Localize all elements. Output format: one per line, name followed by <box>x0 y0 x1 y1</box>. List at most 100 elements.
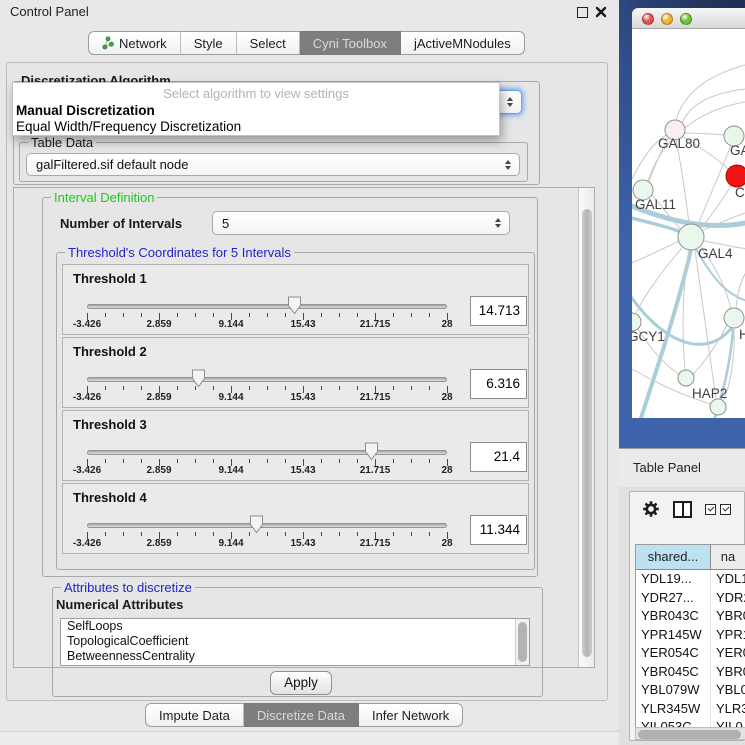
table-row[interactable]: YDL19...YDL1 <box>636 570 745 589</box>
tick-mark <box>141 532 142 536</box>
table-cell: YDR2 <box>711 589 745 608</box>
split-pane-icon[interactable] <box>673 501 692 518</box>
scrollbar-thumb[interactable] <box>638 730 741 739</box>
tick-label: 28 <box>422 465 472 476</box>
threshold-value-field[interactable]: 11.344 <box>470 515 527 545</box>
number-of-intervals-select[interactable]: 5 <box>212 211 510 235</box>
algorithm-option-equal-width-frequency-discretization[interactable]: Equal Width/Frequency Discretization <box>16 119 241 134</box>
tick-mark <box>105 313 106 317</box>
table-row[interactable]: YER054CYER0 <box>636 644 745 663</box>
checkbox-icon[interactable] <box>705 504 716 515</box>
threshold-label: Threshold 2 <box>73 344 147 359</box>
network-node[interactable] <box>724 308 744 328</box>
tab-cyni-toolbox[interactable]: Cyni Toolbox <box>300 31 401 55</box>
horizontal-scrollbar[interactable] <box>635 727 745 740</box>
tick-mark <box>267 532 268 536</box>
zoom-traffic-light[interactable] <box>680 13 692 25</box>
control-panel-title: Control Panel <box>10 4 89 19</box>
table-row[interactable]: YPR145WYPR1 <box>636 626 745 645</box>
table-row[interactable]: YLR345WYLR3 <box>636 700 745 719</box>
table-row[interactable]: YBR045CYBR0 <box>636 663 745 682</box>
tab-jactivemnodules[interactable]: jActiveMNodules <box>401 31 525 55</box>
list-item-betweennesscentrality[interactable]: BetweennessCentrality <box>61 649 529 664</box>
tab-network[interactable]: Network <box>88 31 181 55</box>
checkbox-icon[interactable] <box>720 504 731 515</box>
network-node[interactable] <box>678 370 694 386</box>
tick-mark <box>321 532 322 536</box>
slider-thumb[interactable] <box>249 515 264 534</box>
table-data-select[interactable]: galFiltered.sif default node <box>26 153 520 176</box>
apply-button[interactable]: Apply <box>270 671 332 695</box>
scrollbar-thumb[interactable] <box>582 209 592 657</box>
list-item-selfloops[interactable]: SelfLoops <box>61 619 529 634</box>
network-window-titlebar[interactable] <box>632 8 745 29</box>
threshold-panel: Threshold 2-3.4262.8599.14415.4321.71528… <box>62 337 529 408</box>
table-row[interactable]: YIL053CYIL0 <box>636 718 745 727</box>
tab-impute-data[interactable]: Impute Data <box>145 703 244 727</box>
algorithm-option-manual-discretization[interactable]: Manual Discretization <box>16 103 155 118</box>
node-attribute-table[interactable]: shared...na YDL19...YDL1YDR27...YDR2YBR0… <box>635 544 745 727</box>
column-header-na[interactable]: na <box>711 545 745 569</box>
table-cell: YIL053C <box>636 718 711 727</box>
tick-mark <box>339 313 340 317</box>
network-node[interactable] <box>726 165 745 187</box>
slider-thumb[interactable] <box>287 296 302 315</box>
table-cell: YBR0 <box>711 607 745 626</box>
tab-label: Style <box>194 36 223 51</box>
table-toolbar <box>642 500 731 518</box>
table-row[interactable]: YBR043CYBR0 <box>636 607 745 626</box>
tick-mark <box>321 313 322 317</box>
control-panel-tabbar: Network Style SelectCyni ToolboxjActiveMNo… <box>88 31 525 55</box>
slider-thumb[interactable] <box>364 442 379 461</box>
tick-mark <box>195 532 196 536</box>
tab-infer-network[interactable]: Infer Network <box>359 703 463 727</box>
tick-label: 28 <box>422 319 472 330</box>
vertical-scrollbar[interactable] <box>578 188 594 667</box>
tick-mark <box>141 386 142 390</box>
tick-label: 9.144 <box>206 465 256 476</box>
slider-track[interactable] <box>87 450 447 455</box>
tick-mark <box>213 532 214 536</box>
slider-track[interactable] <box>87 523 447 528</box>
table-data-value: galFiltered.sif default node <box>36 157 188 172</box>
tab-style[interactable]: Style <box>181 31 237 55</box>
tick-mark <box>123 532 124 536</box>
numerical-attributes-list[interactable]: SelfLoopsTopologicalCoefficientBetweenne… <box>60 618 530 666</box>
network-view-canvas[interactable]: GAL80GACGAL11GAL4GCY1HHAP2 <box>632 29 745 418</box>
gear-icon[interactable] <box>642 500 660 518</box>
slider-track[interactable] <box>87 377 447 382</box>
tick-mark <box>177 532 178 536</box>
table-panel-body: shared...na YDL19...YDL1YDR27...YDR2YBR0… <box>619 487 745 745</box>
tick-mark <box>393 459 394 463</box>
scrollbar-thumb[interactable] <box>518 622 527 662</box>
threshold-value-field[interactable]: 21.4 <box>470 442 527 472</box>
tick-label: 15.43 <box>278 392 328 403</box>
tab-select[interactable]: Select <box>237 31 300 55</box>
close-icon[interactable] <box>595 6 607 18</box>
threshold-value-field[interactable]: 14.713 <box>470 296 527 326</box>
threshold-value-field[interactable]: 6.316 <box>470 369 527 399</box>
column-header-shared-[interactable]: shared... <box>636 545 711 569</box>
table-row[interactable]: YBL079WYBL0 <box>636 681 745 700</box>
minimize-traffic-light[interactable] <box>661 13 673 25</box>
stepper-icon <box>495 218 501 228</box>
slider-thumb[interactable] <box>191 369 206 388</box>
control-panel-titlebar: Control Panel <box>0 0 619 24</box>
close-traffic-light[interactable] <box>642 13 654 25</box>
algorithm-dropdown-popup: Select algorithm to view settings Manual… <box>12 82 500 136</box>
list-scrollbar[interactable] <box>515 619 529 665</box>
cyni-bottom-tabbar: Impute Data Discretize DataInfer Network <box>145 703 463 727</box>
network-node[interactable] <box>710 399 726 415</box>
tab-discretize-data[interactable]: Discretize Data <box>244 703 359 727</box>
float-window-icon[interactable] <box>577 7 588 18</box>
network-node-label: GAL11 <box>635 197 676 212</box>
tick-mark <box>411 459 412 463</box>
table-row[interactable]: YDR27...YDR2 <box>636 589 745 608</box>
numerical-attributes-label: Numerical Attributes <box>56 597 183 612</box>
tab-label: Impute Data <box>159 708 230 723</box>
slider-track[interactable] <box>87 304 447 309</box>
table-cell: YBR043C <box>636 607 711 626</box>
table-cell: YLR345W <box>636 700 711 719</box>
network-node-label: GCY1 <box>632 329 665 344</box>
list-item-topologicalcoefficient[interactable]: TopologicalCoefficient <box>61 634 529 649</box>
